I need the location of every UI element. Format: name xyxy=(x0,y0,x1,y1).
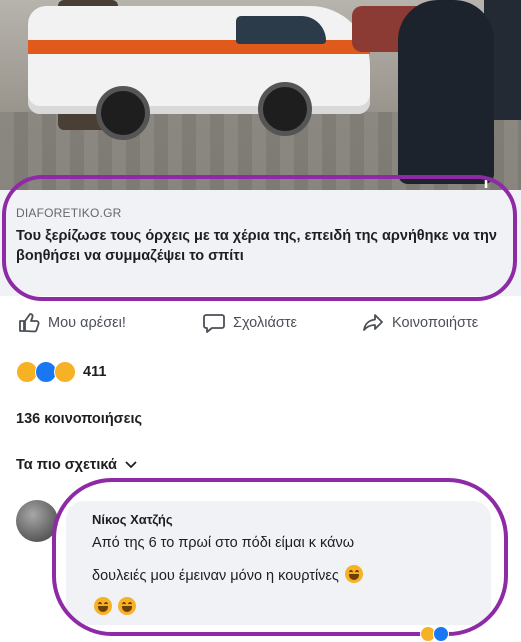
info-icon[interactable]: i xyxy=(476,174,496,190)
chevron-down-icon xyxy=(125,461,137,469)
post-photo[interactable]: i xyxy=(0,0,521,190)
comment-emoji-line xyxy=(92,597,137,616)
ambulance-wheel xyxy=(258,82,312,136)
comment-author[interactable]: Νίκος Χατζής xyxy=(92,512,173,527)
comment-text-line-2: δουλειές μου έμειναν μόνο η κουρτίνες xyxy=(92,568,339,584)
comment-text-line-1: Από της 6 το πρωί στο πόδι είμαι κ κάνω xyxy=(92,535,355,551)
photo-ambulance xyxy=(28,6,370,114)
avatar[interactable] xyxy=(16,500,58,542)
reaction-count: 411 xyxy=(83,364,107,380)
post-actions: Μου αρέσει! Σχολιάστε Κοινοποιήστε xyxy=(0,306,521,340)
comment-text-line-2-wrap: δουλειές μου έμειναν μόνο η κουρτίνες xyxy=(92,565,363,584)
ambulance-wheel xyxy=(96,86,150,140)
comment-button[interactable]: Σχολιάστε xyxy=(203,306,297,340)
share-label: Κοινοποιήστε xyxy=(392,315,479,331)
comment-sort-dropdown[interactable]: Τα πιο σχετικά xyxy=(16,457,137,473)
sort-label: Τα πιο σχετικά xyxy=(16,457,117,473)
comment-reactions[interactable] xyxy=(420,626,449,642)
link-headline[interactable]: Του ξερίζωσε τους όρχεις με τα χέρια της… xyxy=(16,226,501,266)
share-count[interactable]: 136 κοινοποιήσεις xyxy=(16,411,142,427)
comment-bubble-icon xyxy=(203,314,225,333)
like-button[interactable]: Μου αρέσει! xyxy=(18,306,126,340)
laughing-emoji-icon xyxy=(344,565,363,583)
link-domain: DIAFORETIKO.GR xyxy=(16,206,122,220)
like-label: Μου αρέσει! xyxy=(48,315,126,331)
share-button[interactable]: Κοινοποιήστε xyxy=(362,306,478,340)
laughing-emoji-icon xyxy=(118,597,137,615)
reaction-summary[interactable]: 411 xyxy=(16,360,106,384)
share-arrow-icon xyxy=(363,314,383,331)
laughing-emoji-icon xyxy=(94,597,112,615)
ambulance-window xyxy=(236,16,326,44)
thumbs-up-icon xyxy=(19,313,40,333)
photo-person xyxy=(398,0,494,184)
wow-icon xyxy=(54,361,76,383)
comment-label: Σχολιάστε xyxy=(233,315,297,331)
